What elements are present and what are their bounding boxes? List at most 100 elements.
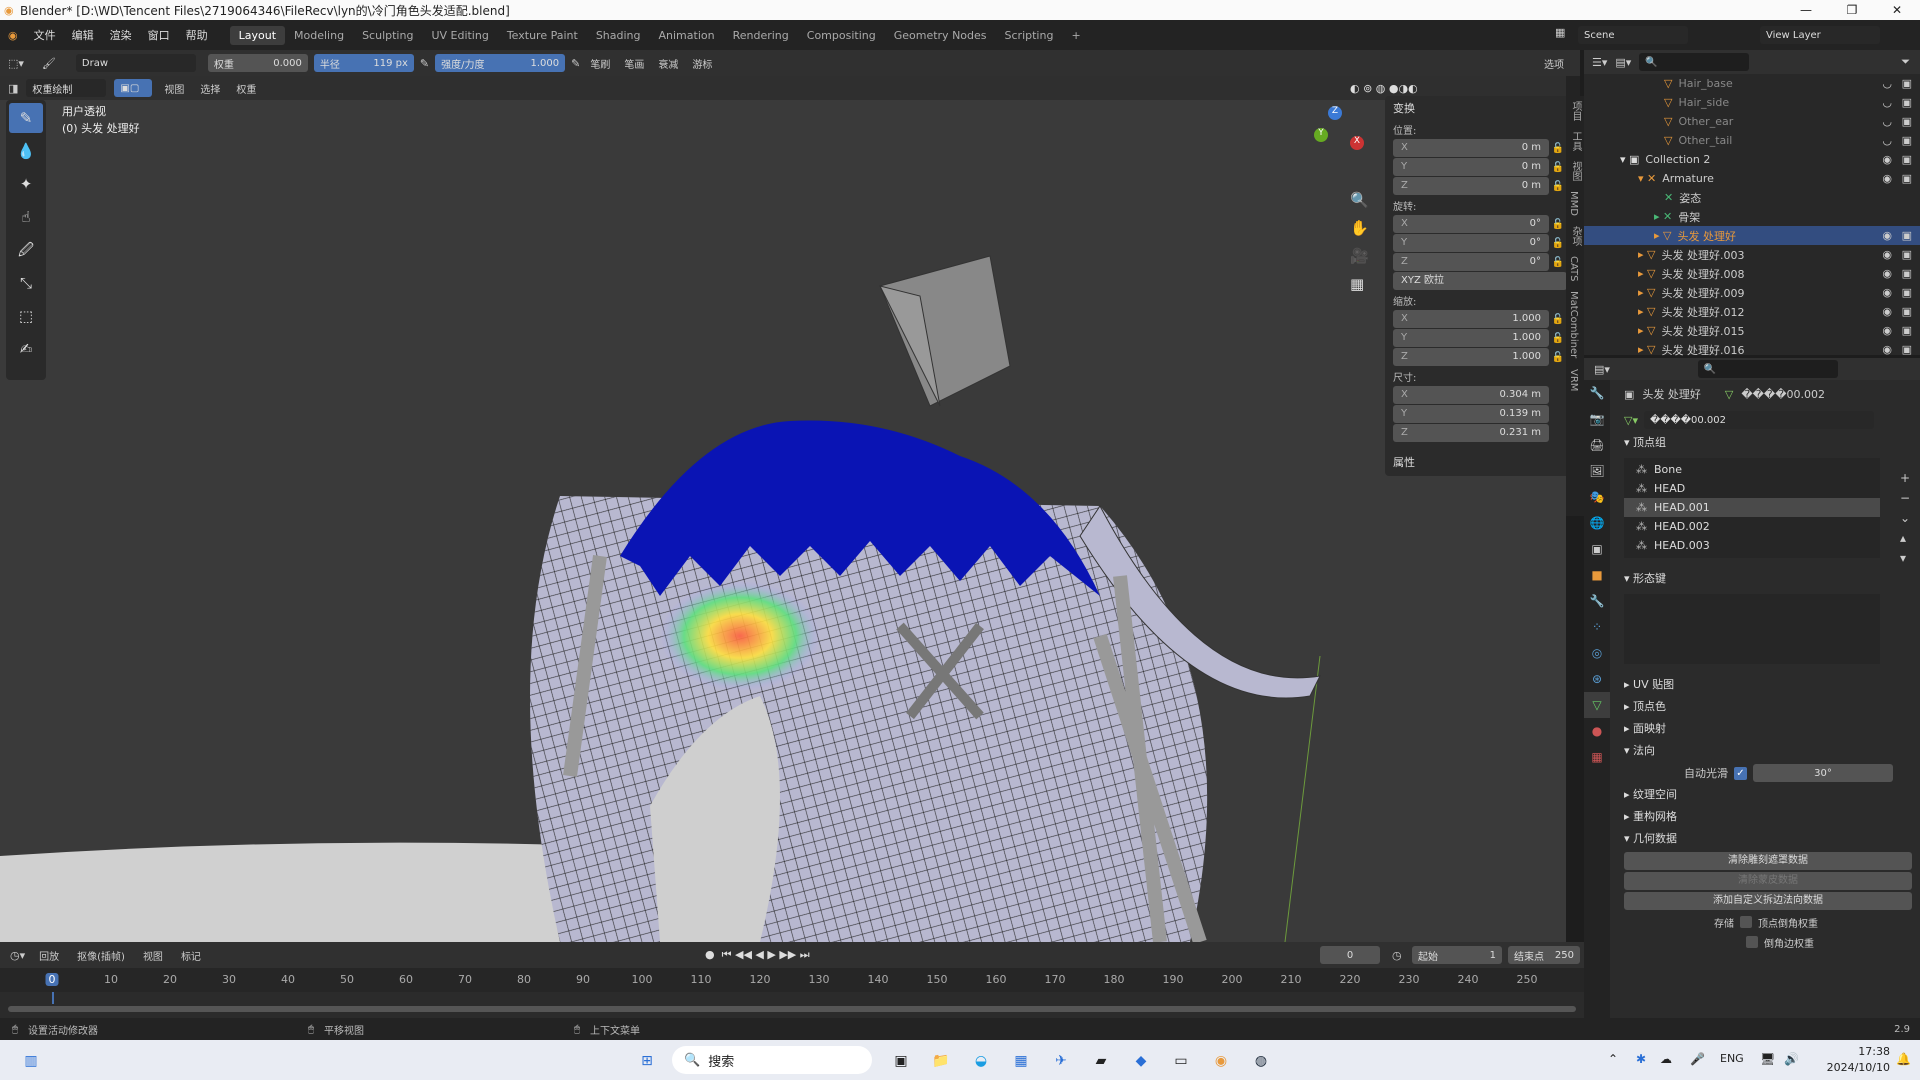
weight-field[interactable]: 权重 0.000 <box>207 54 308 72</box>
eye-icon[interactable]: ◡ <box>1882 115 1892 128</box>
tab-scripting[interactable]: Scripting <box>996 26 1063 45</box>
world-tab-icon[interactable]: 🌐 <box>1584 510 1610 536</box>
outliner-search[interactable]: 🔍 <box>1639 53 1750 71</box>
view-layer-tab-icon[interactable]: 🖼 <box>1584 458 1610 484</box>
view-menu[interactable]: 视图 <box>139 948 167 963</box>
vertex-colors-header[interactable]: ▸ 顶点色 <box>1584 696 1920 718</box>
tab-modeling[interactable]: Modeling <box>285 26 353 45</box>
mic-icon[interactable]: 🎤 <box>1690 1052 1705 1066</box>
close-button[interactable]: ✕ <box>1874 0 1920 20</box>
language-indicator[interactable]: ENG <box>1720 1052 1744 1065</box>
particles-tab-icon[interactable]: ⁘ <box>1584 614 1610 640</box>
axis-z-icon[interactable]: Z <box>1328 106 1342 120</box>
eye-icon[interactable]: ◉ <box>1882 286 1892 299</box>
tab-vrm[interactable]: VRM <box>1566 364 1581 396</box>
list-item[interactable]: ⁂ Bone <box>1624 460 1880 479</box>
overlays-icon[interactable]: ◐ ⊚ ◍ ●◑◐ <box>1350 82 1418 95</box>
eye-icon[interactable]: ◉ <box>1882 305 1892 318</box>
auto-smooth-angle[interactable]: 30° <box>1753 764 1893 782</box>
camera-icon[interactable]: 🎥 <box>1350 242 1370 270</box>
clear-skin-data-button[interactable]: 清除蒙皮数据 <box>1624 872 1912 890</box>
mesh-name-field[interactable]: ����00.002 <box>1643 411 1874 429</box>
tab-item[interactable]: 项目 <box>1566 96 1585 126</box>
timeline-body[interactable] <box>0 992 1584 1018</box>
geometry-data-header[interactable]: ▾ 几何数据 <box>1584 828 1920 850</box>
brush-menu[interactable]: 笔刷 <box>586 56 614 71</box>
scale-x[interactable]: X 1.000 🔓 <box>1393 310 1567 328</box>
axis-x-icon[interactable]: X <box>1350 136 1364 150</box>
frame-ruler[interactable]: 0 10 20 30 40 50 60 70 80 90 100 110 120… <box>0 968 1584 992</box>
bluetooth-icon[interactable]: ✱ <box>1636 1052 1646 1066</box>
location-z[interactable]: Z0 m 🔓 <box>1393 177 1567 195</box>
eye-icon[interactable]: ◉ <box>1882 229 1892 242</box>
tab-layout[interactable]: Layout <box>229 25 286 45</box>
premiere-icon[interactable]: ▰ <box>1088 1048 1114 1074</box>
menu-window[interactable]: 窗口 <box>140 27 178 43</box>
clear-sculpt-mask-button[interactable]: 清除雕刻遮罩数据 <box>1624 852 1912 870</box>
physics-tab-icon[interactable]: ◎ <box>1584 640 1610 666</box>
smear-tool-icon[interactable]: ☝ <box>9 202 43 232</box>
strength-field[interactable]: 强度/力度 1.000 <box>435 54 566 72</box>
data-tab-icon[interactable]: ▽ <box>1584 692 1610 718</box>
tab-uv-editing[interactable]: UV Editing <box>422 26 497 45</box>
outliner-row[interactable]: ✕ 姿态 <box>1584 188 1920 207</box>
scale-y[interactable]: Y 1.000 🔓 <box>1393 329 1567 347</box>
eye-icon[interactable]: ◉ <box>1882 267 1892 280</box>
eye-icon[interactable]: ◡ <box>1882 77 1892 90</box>
camera-icon[interactable]: ▣ <box>1902 77 1912 90</box>
lock-icon[interactable]: 🔓 <box>1549 333 1567 344</box>
editor-type-icon[interactable]: ◷▾ <box>10 949 25 962</box>
start-icon[interactable]: ⊞ <box>634 1048 660 1074</box>
end-frame-field[interactable]: 结束点 250 <box>1508 946 1580 964</box>
location-x[interactable]: X0 m 🔓 <box>1393 139 1567 157</box>
playback-controls[interactable]: ● ⏮ ◀◀ ◀ ▶ ▶▶ ⏭ <box>705 948 810 962</box>
grid-icon[interactable]: ▦ <box>1350 270 1370 298</box>
scale-z[interactable]: Z 1.000 🔓 <box>1393 348 1567 366</box>
outliner-row[interactable]: ▽ Other_tail ◡ ▣ <box>1584 131 1920 150</box>
outliner-row[interactable]: ▸ ▽ 头发 处理好.008 ◉ ▣ <box>1584 264 1920 283</box>
camera-icon[interactable]: ▣ <box>1902 343 1912 356</box>
tray-chevron-icon[interactable]: ⌃ <box>1608 1052 1618 1066</box>
mode-selector[interactable]: 权重绘制 <box>26 79 107 97</box>
outliner-row[interactable]: ▽ Other_ear ◡ ▣ <box>1584 112 1920 131</box>
menu-icon[interactable]: ⌄ <box>1900 508 1910 528</box>
3d-viewport[interactable]: 用户透视 (0) 头发 处理好 Z X Y 🔍 ✋ 🎥 ▦ <box>0 76 1566 942</box>
vscode-icon[interactable]: ◆ <box>1128 1048 1154 1074</box>
volume-icon[interactable]: 🔊 <box>1784 1052 1799 1066</box>
shape-keys-header[interactable]: ▾ 形态键 <box>1584 568 1920 590</box>
tab-sculpting[interactable]: Sculpting <box>353 26 422 45</box>
scene-tab-icon[interactable]: 🎭 <box>1584 484 1610 510</box>
uv-maps-header[interactable]: ▸ UV 贴图 <box>1584 674 1920 696</box>
tab-rendering[interactable]: Rendering <box>724 26 798 45</box>
lock-icon[interactable]: 🔓 <box>1549 162 1567 173</box>
rotation-y[interactable]: Y 0° 🔓 <box>1393 234 1567 252</box>
tab-matcombiner[interactable]: MatCombiner <box>1566 286 1581 363</box>
axis-y-icon[interactable]: Y <box>1314 128 1328 142</box>
editor-type-icon[interactable]: ⬚▾ <box>8 57 24 70</box>
add-custom-split-normals-button[interactable]: 添加自定义拆边法向数据 <box>1624 892 1912 910</box>
lock-icon[interactable]: 🔓 <box>1549 314 1567 325</box>
eye-icon[interactable]: ◉ <box>1882 172 1892 185</box>
rotation-x[interactable]: X 0° 🔓 <box>1393 215 1567 233</box>
feishu-icon[interactable]: ✈ <box>1048 1048 1074 1074</box>
camera-icon[interactable]: ▣ <box>1902 324 1912 337</box>
camera-icon[interactable]: ▣ <box>1902 305 1912 318</box>
camera-icon[interactable]: ▣ <box>1902 248 1912 261</box>
lock-icon[interactable]: 🔓 <box>1549 257 1567 268</box>
filter-icon[interactable]: ▤▾ <box>1615 56 1631 69</box>
eye-icon[interactable]: ◉ <box>1882 248 1892 261</box>
scene-selector[interactable]: Scene <box>1578 26 1688 44</box>
eye-icon[interactable]: ◉ <box>1882 324 1892 337</box>
camera-icon[interactable]: ▣ <box>1902 229 1912 242</box>
lock-icon[interactable]: 🔓 <box>1549 238 1567 249</box>
camera-icon[interactable]: ▣ <box>1902 115 1912 128</box>
shape-key-list[interactable] <box>1624 594 1880 664</box>
modifier-tab-icon[interactable]: 🔧 <box>1584 588 1610 614</box>
vertex-groups-header[interactable]: ▾ 顶点组 <box>1584 432 1920 454</box>
timeline-scrollbar[interactable] <box>8 1006 1576 1012</box>
transform-header[interactable]: 变换 <box>1385 96 1575 120</box>
playhead[interactable] <box>52 992 54 1004</box>
outliner-row[interactable]: ▸ ▽ 头发 处理好.009 ◉ ▣ <box>1584 283 1920 302</box>
constraints-tab-icon[interactable]: ⊛ <box>1584 666 1610 692</box>
tab-shading[interactable]: Shading <box>587 26 650 45</box>
